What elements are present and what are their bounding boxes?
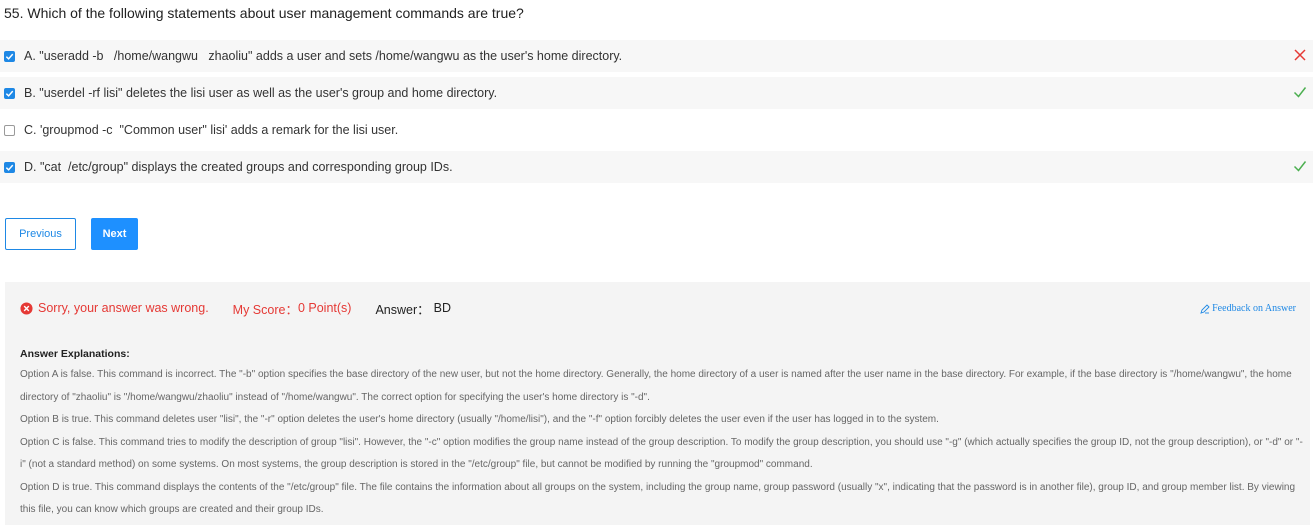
- option-b-text: B. "userdel -rf lisi" deletes the lisi u…: [24, 86, 498, 100]
- result-bar: Sorry, your answer was wrong. My Score： …: [5, 282, 1310, 334]
- answer-value: BD: [433, 301, 452, 315]
- explanation-option-a: Option A is false. This command is incor…: [20, 369, 1292, 403]
- option-b[interactable]: B. "userdel -rf lisi" deletes the lisi u…: [0, 77, 1313, 109]
- correct-mark-icon: [1293, 87, 1307, 98]
- option-a-checkbox[interactable]: [4, 50, 15, 62]
- option-a[interactable]: A. "useradd -b /home/wangwu zhaoliu" add…: [0, 40, 1313, 72]
- option-c-text: C. 'groupmod -c "Common user" lisi' adds…: [24, 123, 399, 137]
- score-label: My Score：: [232, 302, 298, 317]
- answer-label: Answer：: [375, 302, 430, 317]
- check-icon: [5, 164, 14, 171]
- option-a-text: A. "useradd -b /home/wangwu zhaoliu" add…: [24, 49, 623, 63]
- feedback-link-label: Feedback on Answer: [1212, 303, 1296, 314]
- edit-icon: [1200, 303, 1210, 314]
- option-c[interactable]: C. 'groupmod -c "Common user" lisi' adds…: [0, 114, 1313, 146]
- option-c-checkbox[interactable]: [4, 124, 15, 136]
- option-d-text: D. "cat /etc/group" displays the created…: [24, 160, 453, 174]
- explanation-option-b: Option B is true. This command deletes u…: [20, 414, 939, 425]
- option-d-checkbox[interactable]: [4, 161, 15, 173]
- result-status: Sorry, your answer was wrong.: [38, 301, 209, 315]
- answer-explanations: Answer Explanations: Option A is false. …: [20, 346, 1305, 522]
- check-icon: [5, 90, 14, 97]
- previous-button[interactable]: Previous: [5, 218, 76, 250]
- error-circle-icon: [20, 301, 33, 315]
- option-d[interactable]: D. "cat /etc/group" displays the created…: [0, 151, 1313, 183]
- next-button[interactable]: Next: [91, 218, 138, 250]
- explanation-option-c: Option C is false. This command tries to…: [20, 436, 1303, 471]
- score-value: 0 Point(s): [297, 301, 352, 315]
- correct-mark-icon: [1293, 161, 1307, 172]
- wrong-mark-icon: [1294, 49, 1306, 61]
- option-b-checkbox[interactable]: [4, 87, 15, 99]
- options-list: A. "useradd -b /home/wangwu zhaoliu" add…: [0, 40, 1313, 188]
- explanations-heading: Answer Explanations:: [20, 348, 130, 360]
- check-icon: [5, 53, 14, 60]
- question-title: 55. Which of the following statements ab…: [4, 5, 524, 21]
- feedback-link[interactable]: Feedback on Answer: [1200, 303, 1296, 314]
- result-panel: Sorry, your answer was wrong. My Score： …: [5, 282, 1310, 525]
- explanation-option-d: Option D is true. This command displays …: [20, 481, 1296, 516]
